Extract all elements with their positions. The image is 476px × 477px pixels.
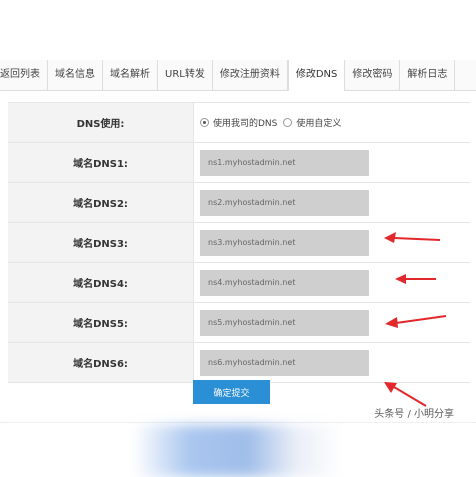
dns-usage-label: DNS使用: (8, 103, 194, 142)
annotation-arrow-dns4 (395, 274, 436, 284)
tab-resolution-log[interactable]: 解析日志 (400, 60, 456, 90)
annotation-arrow-dns3 (384, 232, 441, 243)
tab-edit-dns[interactable]: 修改DNS (287, 60, 346, 91)
blurred-footer (0, 425, 476, 477)
dns3-label: 域名DNS3: (8, 223, 194, 262)
dns4-label: 域名DNS4: (8, 263, 194, 302)
tab-back-to-list[interactable]: 返回列表 (0, 60, 48, 90)
dns1-field[interactable] (200, 149, 369, 176)
annotation-arrow-dns5 (385, 315, 447, 328)
dns-usage-options: 使用我司的DNS 使用自定义 (194, 103, 470, 142)
radio-use-our-dns[interactable] (200, 118, 209, 127)
radio-use-custom-label[interactable]: 使用自定义 (296, 116, 341, 129)
tab-url-forwarding[interactable]: URL转发 (158, 60, 213, 90)
dns1-label: 域名DNS1: (8, 143, 194, 182)
submit-button[interactable]: 确定提交 (193, 380, 270, 404)
dns2-label: 域名DNS2: (8, 183, 194, 222)
dns5-label: 域名DNS5: (8, 303, 194, 342)
dns6-field[interactable] (200, 349, 369, 376)
dns5-field[interactable] (200, 309, 369, 336)
divider (0, 422, 476, 423)
tab-domain-info[interactable]: 域名信息 (48, 60, 103, 90)
tab-domain-resolution[interactable]: 域名解析 (103, 60, 158, 90)
dns4-field[interactable] (200, 269, 369, 296)
tab-change-password[interactable]: 修改密码 (345, 60, 401, 90)
dns3-field[interactable] (200, 229, 369, 256)
tab-bar: 返回列表 域名信息 域名解析 URL转发 修改注册资料 修改DNS 修改密码 解… (0, 60, 476, 91)
watermark-text: 头条号 / 小明分享 (374, 409, 454, 420)
dns1-row: 域名DNS1: (8, 143, 470, 183)
dns2-field[interactable] (200, 189, 369, 216)
dns2-row: 域名DNS2: (8, 183, 470, 223)
radio-use-custom[interactable] (283, 118, 293, 127)
tab-edit-registration[interactable]: 修改注册资料 (213, 60, 288, 90)
dns-usage-row: DNS使用: 使用我司的DNS 使用自定义 (8, 103, 470, 143)
radio-use-our-dns-label[interactable]: 使用我司的DNS (213, 116, 277, 129)
